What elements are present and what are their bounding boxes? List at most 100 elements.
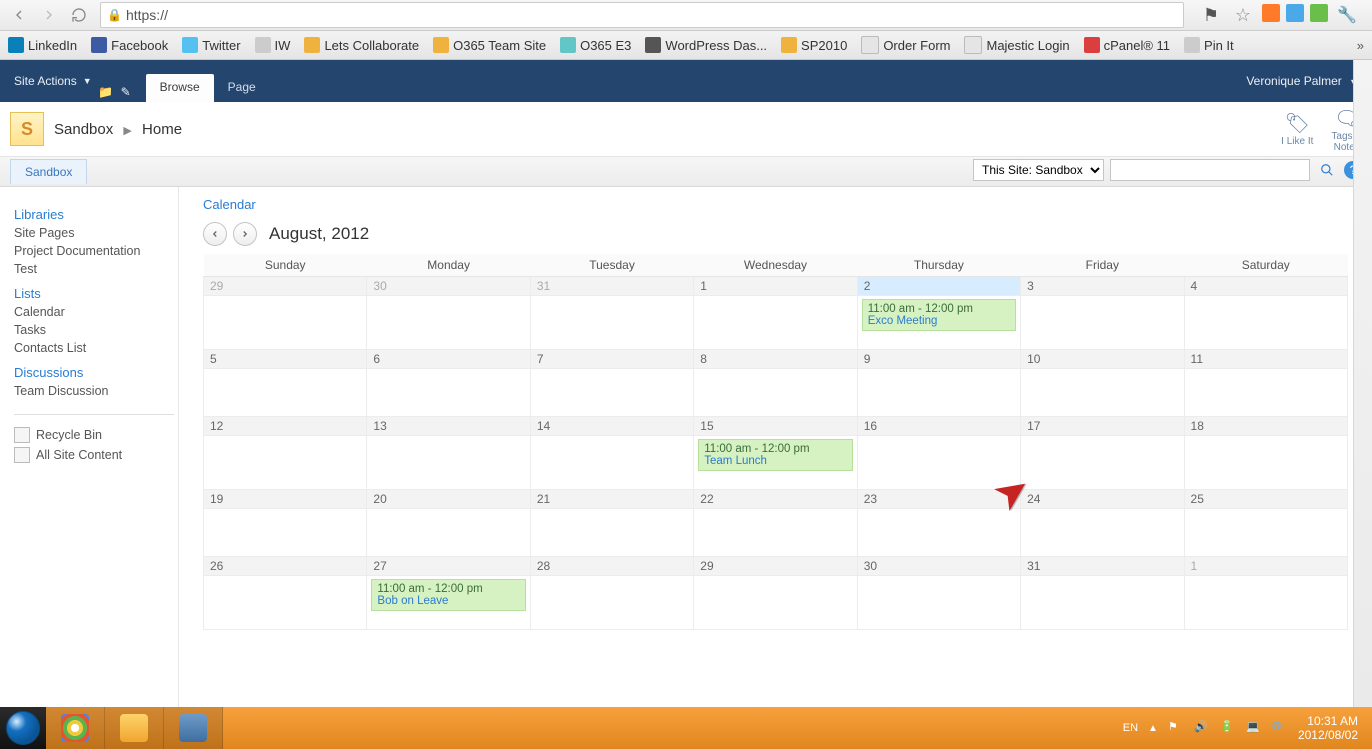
calendar-cell[interactable]: 30 <box>857 557 1020 630</box>
calendar-event[interactable]: 11:00 am - 12:00 pmExco Meeting <box>862 299 1016 331</box>
calendar-cell[interactable]: 21 <box>530 490 693 557</box>
address-bar[interactable]: 🔒 https:// <box>100 2 1184 28</box>
flag-icon[interactable]: ⚑ <box>1168 720 1184 736</box>
edit-page-icon[interactable]: ✎ <box>116 82 136 102</box>
extension-icon[interactable] <box>1310 4 1328 22</box>
bookmark-item[interactable]: Pin It <box>1184 37 1234 53</box>
bookmark-item[interactable]: LinkedIn <box>8 37 77 53</box>
bookmark-item[interactable]: IW <box>255 37 291 53</box>
bookmark-item[interactable]: O365 E3 <box>560 37 631 53</box>
page-scrollbar[interactable] <box>1353 60 1372 707</box>
tab-browse[interactable]: Browse <box>146 74 214 102</box>
calendar-cell[interactable]: 3 <box>1021 277 1184 350</box>
calendar-cell[interactable]: 16 <box>857 417 1020 490</box>
navigate-up-icon[interactable]: 📁 <box>96 82 116 102</box>
tab-page[interactable]: Page <box>214 74 270 102</box>
forward-button[interactable] <box>36 4 62 26</box>
calendar-cell[interactable]: 20 <box>367 490 530 557</box>
webpart-title[interactable]: Calendar <box>203 197 1348 212</box>
calendar-cell[interactable]: 211:00 am - 12:00 pmExco Meeting <box>857 277 1020 350</box>
bookmark-item[interactable]: O365 Team Site <box>433 37 546 53</box>
wrench-icon[interactable]: 🔧 <box>1334 4 1360 26</box>
calendar-event[interactable]: 11:00 am - 12:00 pmBob on Leave <box>371 579 525 611</box>
start-button[interactable] <box>0 707 46 749</box>
recycle-bin-link[interactable]: Recycle Bin <box>14 427 174 443</box>
calendar-cell[interactable]: 24 <box>1021 490 1184 557</box>
calendar-cell[interactable]: 5 <box>204 350 367 417</box>
bookmark-this-page-icon[interactable]: ⚑ <box>1198 4 1224 26</box>
show-hidden-icons-button[interactable]: ▲ <box>1148 723 1158 734</box>
all-site-content-link[interactable]: All Site Content <box>14 447 174 463</box>
calendar-cell[interactable]: 29 <box>204 277 367 350</box>
reload-button[interactable] <box>66 4 92 26</box>
search-scope-select[interactable]: This Site: Sandbox <box>973 159 1104 181</box>
taskbar-app-other[interactable] <box>164 707 223 749</box>
calendar-cell[interactable]: 6 <box>367 350 530 417</box>
sidebar-item[interactable]: Contacts List <box>14 341 174 355</box>
calendar-cell[interactable]: 30 <box>367 277 530 350</box>
bookmark-item[interactable]: cPanel® 11 <box>1084 37 1170 53</box>
calendar-cell[interactable]: 22 <box>694 490 857 557</box>
taskbar-app-chrome[interactable] <box>46 707 105 749</box>
battery-icon[interactable]: 🔋 <box>1220 720 1236 736</box>
volume-icon[interactable]: 🔊 <box>1194 720 1210 736</box>
extension-icon[interactable] <box>1286 4 1304 22</box>
calendar-cell[interactable]: 26 <box>204 557 367 630</box>
next-month-button[interactable] <box>233 222 257 246</box>
calendar-cell[interactable]: 13 <box>367 417 530 490</box>
network-icon[interactable]: 💻 <box>1246 720 1262 736</box>
calendar-cell[interactable]: 2711:00 am - 12:00 pmBob on Leave <box>367 557 530 630</box>
sidebar-item[interactable]: Tasks <box>14 323 174 337</box>
sidebar-item[interactable]: Team Discussion <box>14 384 174 398</box>
prev-month-button[interactable] <box>203 222 227 246</box>
calendar-cell[interactable]: 1 <box>1184 557 1347 630</box>
sidebar-item[interactable]: Calendar <box>14 305 174 319</box>
i-like-it-button[interactable]: 🏷 I Like It <box>1281 111 1313 147</box>
search-button[interactable] <box>1316 159 1338 181</box>
user-menu[interactable]: Veronique Palmer ▼ <box>1246 74 1358 88</box>
calendar-cell[interactable]: 10 <box>1021 350 1184 417</box>
bookmark-item[interactable]: SP2010 <box>781 37 847 53</box>
calendar-cell[interactable]: 1 <box>694 277 857 350</box>
calendar-cell[interactable]: 4 <box>1184 277 1347 350</box>
language-indicator[interactable]: EN <box>1123 722 1138 734</box>
calendar-cell[interactable]: 25 <box>1184 490 1347 557</box>
top-nav-tab-sandbox[interactable]: Sandbox <box>10 159 87 184</box>
calendar-cell[interactable]: 12 <box>204 417 367 490</box>
breadcrumb-page[interactable]: Home <box>142 121 182 138</box>
search-input[interactable] <box>1110 159 1310 181</box>
calendar-cell[interactable]: 31 <box>1021 557 1184 630</box>
bookmark-item[interactable]: Facebook <box>91 37 168 53</box>
calendar-cell[interactable]: 7 <box>530 350 693 417</box>
sidebar-item[interactable]: Test <box>14 262 174 276</box>
calendar-cell[interactable]: 19 <box>204 490 367 557</box>
bookmark-item[interactable]: WordPress Das... <box>645 37 767 53</box>
taskbar-app-outlook[interactable] <box>105 707 164 749</box>
back-button[interactable] <box>6 4 32 26</box>
site-logo[interactable]: S <box>10 112 44 146</box>
calendar-cell[interactable]: 28 <box>530 557 693 630</box>
bookmarks-overflow-button[interactable]: » <box>1357 38 1364 53</box>
calendar-cell[interactable]: 29 <box>694 557 857 630</box>
breadcrumb-site[interactable]: Sandbox <box>54 121 113 138</box>
sidebar-item[interactable]: Site Pages <box>14 226 174 240</box>
bookmark-item[interactable]: Twitter <box>182 37 240 53</box>
calendar-cell[interactable]: 8 <box>694 350 857 417</box>
calendar-cell[interactable]: 1511:00 am - 12:00 pmTeam Lunch <box>694 417 857 490</box>
calendar-event[interactable]: 11:00 am - 12:00 pmTeam Lunch <box>698 439 852 471</box>
calendar-cell[interactable]: 14 <box>530 417 693 490</box>
bookmark-item[interactable]: Order Form <box>861 36 950 54</box>
sync-icon[interactable]: ❂ <box>1272 720 1288 736</box>
calendar-cell[interactable]: 18 <box>1184 417 1347 490</box>
sidebar-item[interactable]: Project Documentation <box>14 244 174 258</box>
extension-icon[interactable] <box>1262 4 1280 22</box>
calendar-cell[interactable]: 11 <box>1184 350 1347 417</box>
bookmark-item[interactable]: Majestic Login <box>964 36 1069 54</box>
taskbar-clock[interactable]: 10:31 AM 2012/08/02 <box>1298 714 1358 742</box>
star-icon[interactable]: ☆ <box>1230 4 1256 26</box>
calendar-cell[interactable]: 17 <box>1021 417 1184 490</box>
calendar-cell[interactable]: 31 <box>530 277 693 350</box>
bookmark-item[interactable]: Lets Collaborate <box>304 37 419 53</box>
calendar-cell[interactable]: 9 <box>857 350 1020 417</box>
calendar-cell[interactable]: 23 <box>857 490 1020 557</box>
